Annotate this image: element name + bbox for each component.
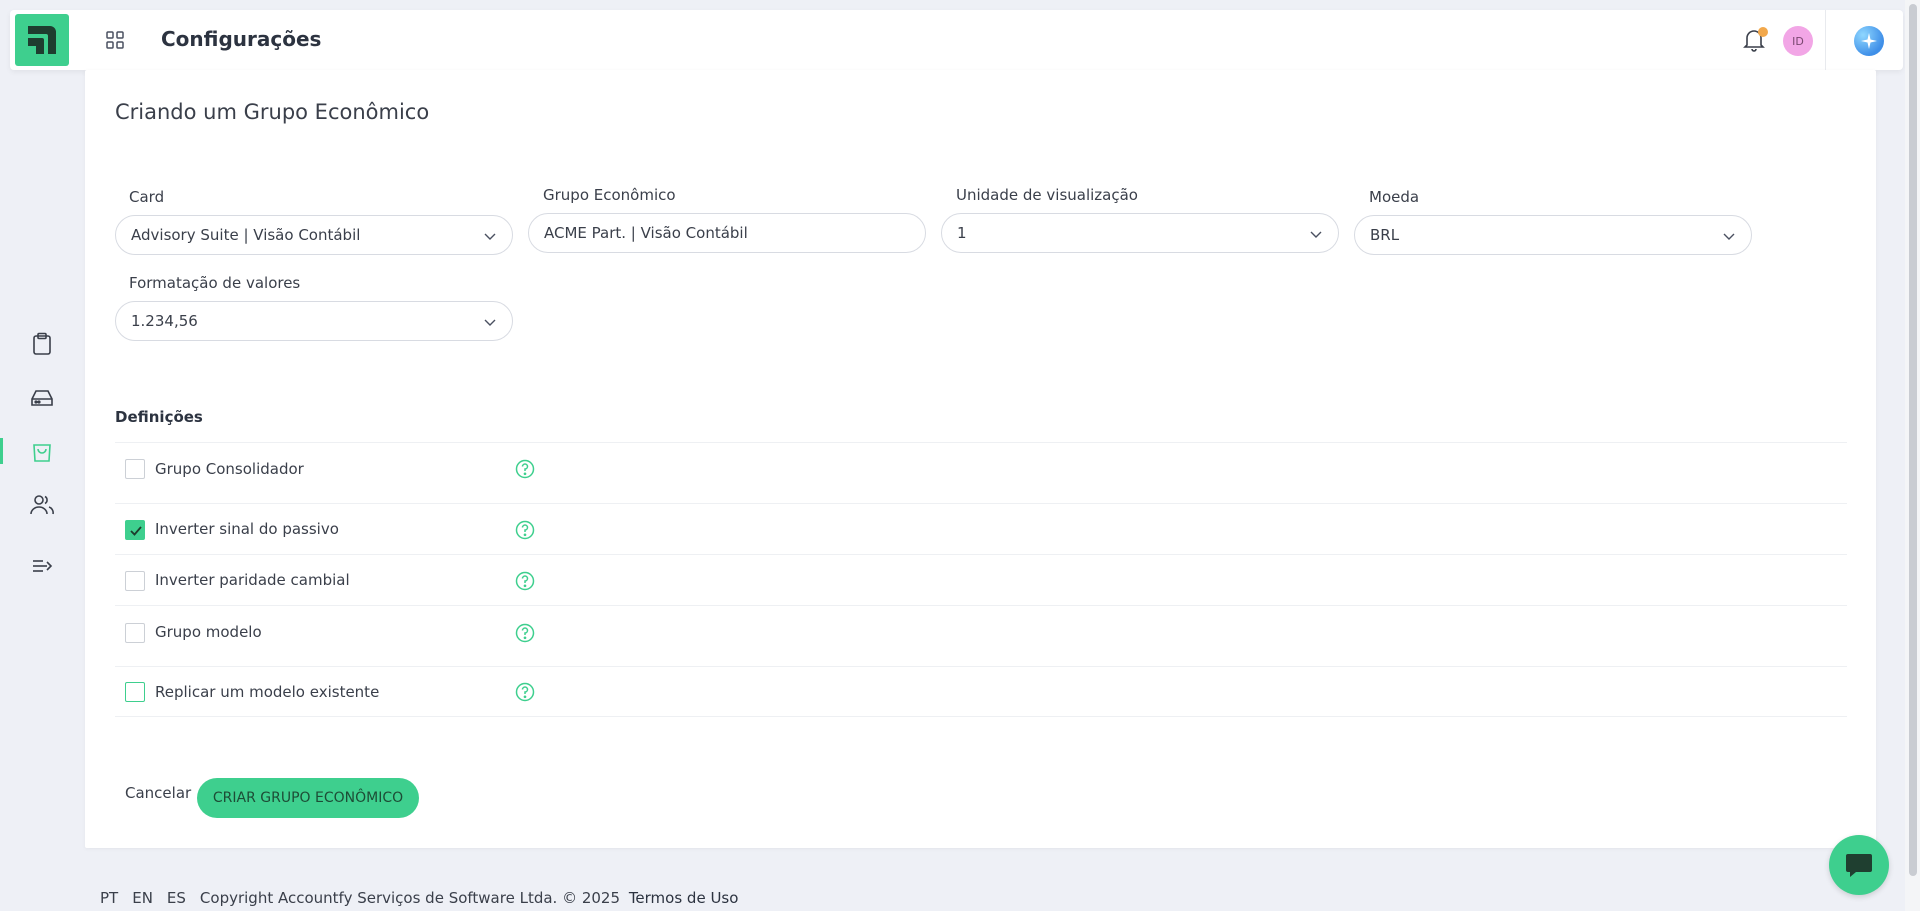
chevron-down-icon [484,233,496,240]
moeda-label: Moeda [1369,188,1420,206]
chat-icon[interactable] [1829,835,1889,895]
clipboard-icon[interactable] [28,330,56,358]
definitions-title: Definições [115,408,203,426]
unidade-select[interactable]: 1 [941,213,1339,253]
drive-icon[interactable] [28,384,56,412]
unidade-label: Unidade de visualização [956,186,1138,204]
avatar[interactable]: ID [1783,26,1813,56]
formatacao-select-value: 1.234,56 [131,312,198,330]
collapse-menu-icon[interactable] [28,552,56,580]
shopping-bag-icon[interactable] [28,437,56,465]
terms-link[interactable]: Termos de Uso [629,889,739,907]
definition-label: Grupo modelo [155,623,262,641]
checkbox[interactable] [125,682,145,702]
grupo-input[interactable] [528,213,926,253]
grupo-label: Grupo Econômico [543,186,676,204]
definition-label: Grupo Consolidador [155,460,304,478]
definition-row: Grupo Consolidador [115,442,1847,503]
create-group-button[interactable]: CRIAR GRUPO ECONÔMICO [197,778,419,818]
lang-en-link[interactable]: EN [132,889,153,907]
page-title: Configurações [161,27,322,51]
help-icon[interactable] [515,682,535,702]
formatacao-select[interactable]: 1.234,56 [115,301,513,341]
definition-row: Inverter paridade cambial [115,554,1847,605]
cancel-button[interactable]: Cancelar [125,784,191,802]
main-card: Criando um Grupo Econômico Card Advisory… [85,70,1876,848]
form-title: Criando um Grupo Econômico [115,100,430,124]
moeda-select-value: BRL [1370,226,1400,244]
checkbox[interactable] [125,571,145,591]
help-icon[interactable] [515,571,535,591]
apps-grid-icon[interactable] [105,30,127,52]
definition-label: Inverter sinal do passivo [155,520,339,538]
chevron-down-icon [1310,231,1322,238]
card-select-value: Advisory Suite | Visão Contábil [131,226,361,244]
checkbox[interactable] [125,623,145,643]
checkbox-checked[interactable] [125,520,145,540]
top-header: Configurações ID [10,10,1903,70]
help-icon[interactable] [515,623,535,643]
help-icon[interactable] [515,520,535,540]
moeda-select[interactable]: BRL [1354,215,1752,255]
logo-icon[interactable] [15,14,69,66]
card-label: Card [129,188,165,206]
definition-label: Replicar um modelo existente [155,683,380,701]
chevron-down-icon [484,319,496,326]
definition-row: Inverter sinal do passivo [115,503,1847,554]
users-icon[interactable] [28,491,56,519]
footer: PT EN ES Copyright Accountfy Serviços de So… [100,889,738,907]
active-indicator [0,438,3,464]
scrollbar-thumb[interactable] [1909,4,1917,876]
sparkle-ai-icon[interactable] [1854,26,1884,56]
checkbox[interactable] [125,459,145,479]
definition-row: Grupo modelo [115,605,1847,666]
formatacao-label: Formatação de valores [129,274,301,292]
page-scrollbar[interactable] [1905,0,1920,911]
unidade-select-value: 1 [957,224,967,242]
bell-icon[interactable] [1742,27,1768,55]
card-select[interactable]: Advisory Suite | Visão Contábil [115,215,513,255]
definition-row: Replicar um modelo existente [115,666,1847,717]
help-icon[interactable] [515,459,535,479]
notification-dot [1758,27,1768,37]
definition-label: Inverter paridade cambial [155,571,350,589]
grupo-input-field[interactable] [544,224,887,242]
divider [1825,10,1826,70]
chevron-down-icon [1723,233,1735,240]
lang-pt-link[interactable]: PT [100,889,118,907]
copyright-text: Copyright Accountfy Serviços de Software… [199,889,621,907]
lang-es-link[interactable]: ES [167,889,186,907]
